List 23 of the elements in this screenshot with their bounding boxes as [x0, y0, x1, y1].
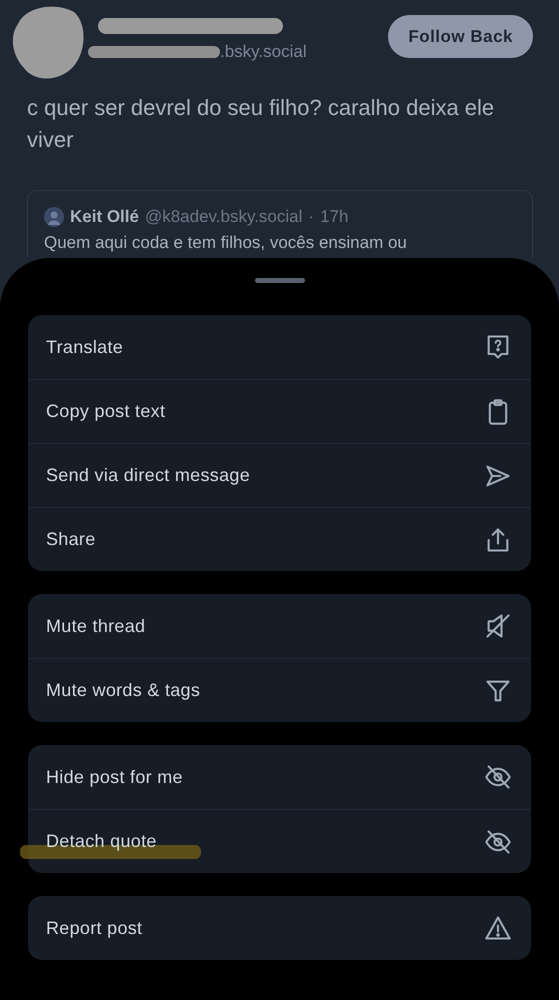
quote-author: Keit Ollé [70, 207, 139, 227]
eye-slash-icon [484, 763, 512, 791]
menu-item[interactable]: Copy post text [28, 379, 531, 443]
quote-time: 17h [320, 207, 348, 227]
follow-back-button[interactable]: Follow Back [388, 15, 533, 58]
menu-item[interactable]: Detach quote [28, 809, 531, 873]
menu-item[interactable]: Report post [28, 896, 531, 960]
separator-dot: · [308, 207, 314, 227]
avatar-icon [44, 207, 64, 227]
menu-item[interactable]: Send via direct message [28, 443, 531, 507]
menu-item[interactable]: Hide post for me [28, 745, 531, 809]
muted-speaker-icon [484, 612, 512, 640]
post-text: c quer ser devrel do seu filho? caralho deixa ele viver [27, 94, 496, 154]
eye-slash-icon [484, 828, 512, 856]
quote-text: Quem aqui coda e tem filhos, vocês ensinam ou [44, 233, 408, 253]
menu-item[interactable]: Mute words & tags [28, 658, 531, 722]
warning-icon [484, 914, 512, 942]
menu-item[interactable]: Translate [28, 315, 531, 379]
drag-handle[interactable] [254, 278, 304, 283]
menu-item[interactable]: Mute thread [28, 594, 531, 658]
menu-item[interactable]: Share [28, 507, 531, 571]
quote-handle: @k8adev.bsky.social [144, 207, 302, 227]
user-handle: .bsky.social [220, 42, 307, 62]
